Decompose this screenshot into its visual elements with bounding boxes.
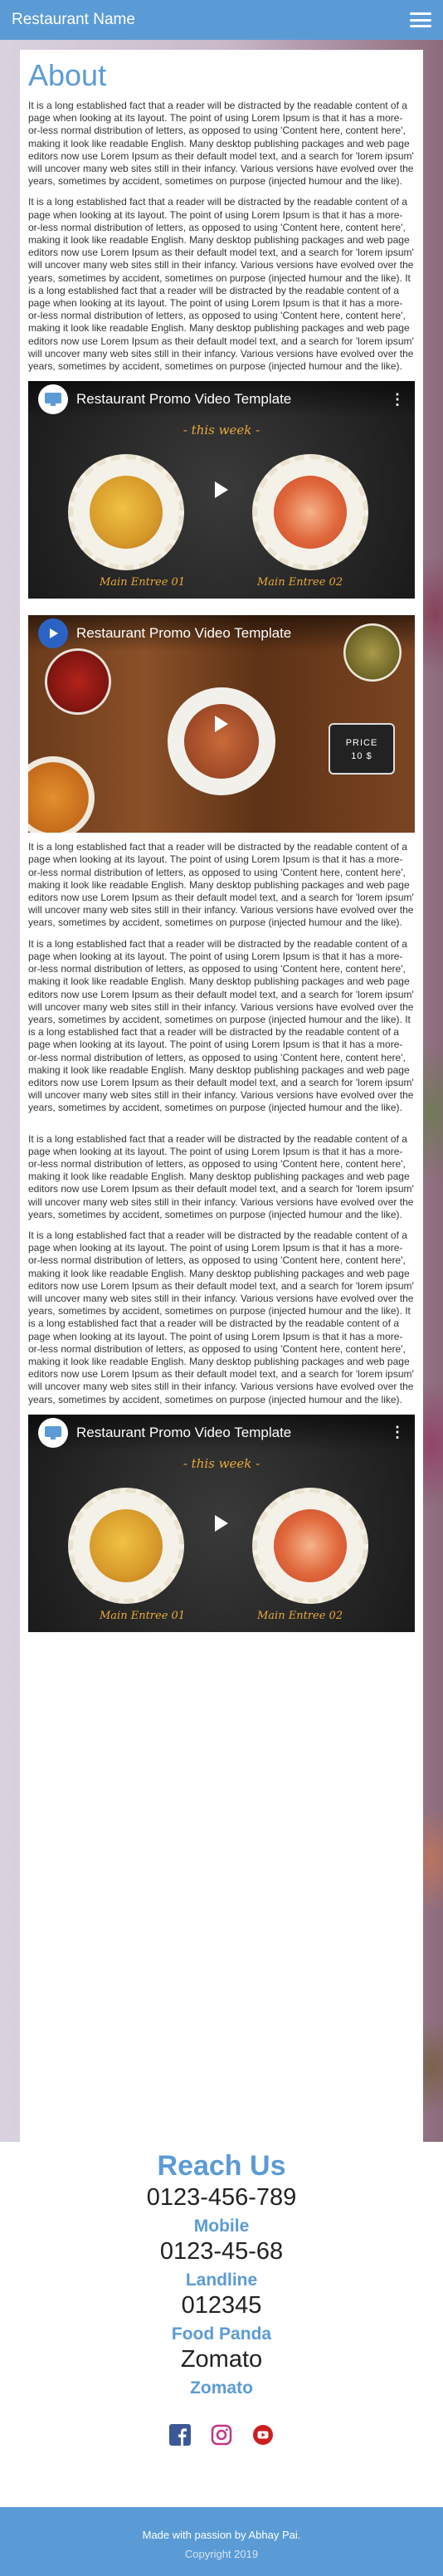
footer-credit: Made with passion by Abhay Pai. xyxy=(142,2529,301,2541)
facebook-icon[interactable] xyxy=(168,2423,192,2446)
page-title: About xyxy=(28,58,107,92)
video-player[interactable]: Restaurant Promo Video Template ⋮ - this… xyxy=(28,381,415,599)
about-paragraph: It is a long established fact that a rea… xyxy=(28,937,414,1114)
footer: Made with passion by Abhay Pai. Copyrigh… xyxy=(0,2507,443,2576)
video-header: Restaurant Promo Video Template ⋮ xyxy=(28,381,415,418)
video-tagline: - this week - xyxy=(183,1455,260,1471)
video-title[interactable]: Restaurant Promo Video Template xyxy=(76,391,390,408)
video-title[interactable]: Restaurant Promo Video Template xyxy=(76,1425,390,1441)
play-icon[interactable] xyxy=(198,707,245,741)
video-tagline: - this week - xyxy=(183,423,260,438)
contact-heading: Reach Us xyxy=(157,2150,286,2182)
video-label-right: Main Entree 02 xyxy=(257,576,343,589)
about-paragraph: It is a long established fact that a rea… xyxy=(28,1229,414,1405)
shrimp-plate-image xyxy=(252,454,368,571)
landline-label: Landline xyxy=(185,2270,258,2290)
video-label-left: Main Entree 01 xyxy=(100,576,186,589)
play-icon[interactable] xyxy=(198,473,245,506)
sauce-bowl-image xyxy=(45,648,111,716)
brand-name[interactable]: Restaurant Name xyxy=(12,11,135,29)
about-paragraph: It is a long established fact that a rea… xyxy=(28,196,414,373)
channel-logo-icon[interactable] xyxy=(38,384,68,415)
main-soup-image xyxy=(168,687,275,796)
video-label-right: Main Entree 02 xyxy=(257,1609,343,1622)
instagram-icon[interactable] xyxy=(210,2423,233,2446)
mobile-number[interactable]: 0123-456-789 xyxy=(0,2184,443,2212)
social-links xyxy=(0,2423,443,2446)
channel-logo-icon[interactable] xyxy=(38,618,68,649)
about-paragraph: It is a long established fact that a rea… xyxy=(28,841,414,929)
navbar: Restaurant Name xyxy=(0,0,443,40)
video-player[interactable]: Restaurant Promo Video Template PRICE 10… xyxy=(28,615,415,833)
hamburger-menu-icon[interactable] xyxy=(410,12,431,27)
about-paragraph: It is a long established fact that a rea… xyxy=(28,100,414,188)
footer-copyright: Copyright 2019 xyxy=(184,2548,259,2560)
foodpanda-label: Food Panda xyxy=(171,2324,272,2344)
contact-section: Reach Us 0123-456-789 Mobile 0123-45-68 … xyxy=(0,2142,443,2446)
price-label: PRICE xyxy=(345,738,378,749)
soup-bowl-image xyxy=(28,756,95,833)
herb-bowl-image xyxy=(343,623,402,682)
more-options-icon[interactable]: ⋮ xyxy=(390,1424,405,1441)
foodpanda-value[interactable]: 012345 xyxy=(0,2292,443,2319)
video-header: Restaurant Promo Video Template ⋮ xyxy=(28,1414,415,1451)
zomato-label: Zomato xyxy=(190,2378,253,2398)
youtube-icon[interactable] xyxy=(251,2423,275,2446)
price-tag: PRICE 10 $ xyxy=(329,723,395,775)
landline-number[interactable]: 0123-45-68 xyxy=(0,2238,443,2266)
shrimp-plate-image xyxy=(252,1487,368,1604)
video-player[interactable]: Restaurant Promo Video Template ⋮ - this… xyxy=(28,1414,415,1632)
about-card: About It is a long established fact that… xyxy=(20,50,423,2142)
price-value: 10 $ xyxy=(351,751,372,762)
about-paragraph: It is a long established fact that a rea… xyxy=(28,1132,414,1220)
video-label-left: Main Entree 01 xyxy=(100,1609,186,1622)
channel-logo-icon[interactable] xyxy=(38,1417,68,1448)
pasta-plate-image xyxy=(68,1487,184,1604)
mobile-label: Mobile xyxy=(193,2217,250,2236)
more-options-icon[interactable]: ⋮ xyxy=(390,391,405,408)
play-icon[interactable] xyxy=(198,1507,245,1540)
zomato-value[interactable]: Zomato xyxy=(0,2346,443,2373)
pasta-plate-image xyxy=(68,454,184,571)
